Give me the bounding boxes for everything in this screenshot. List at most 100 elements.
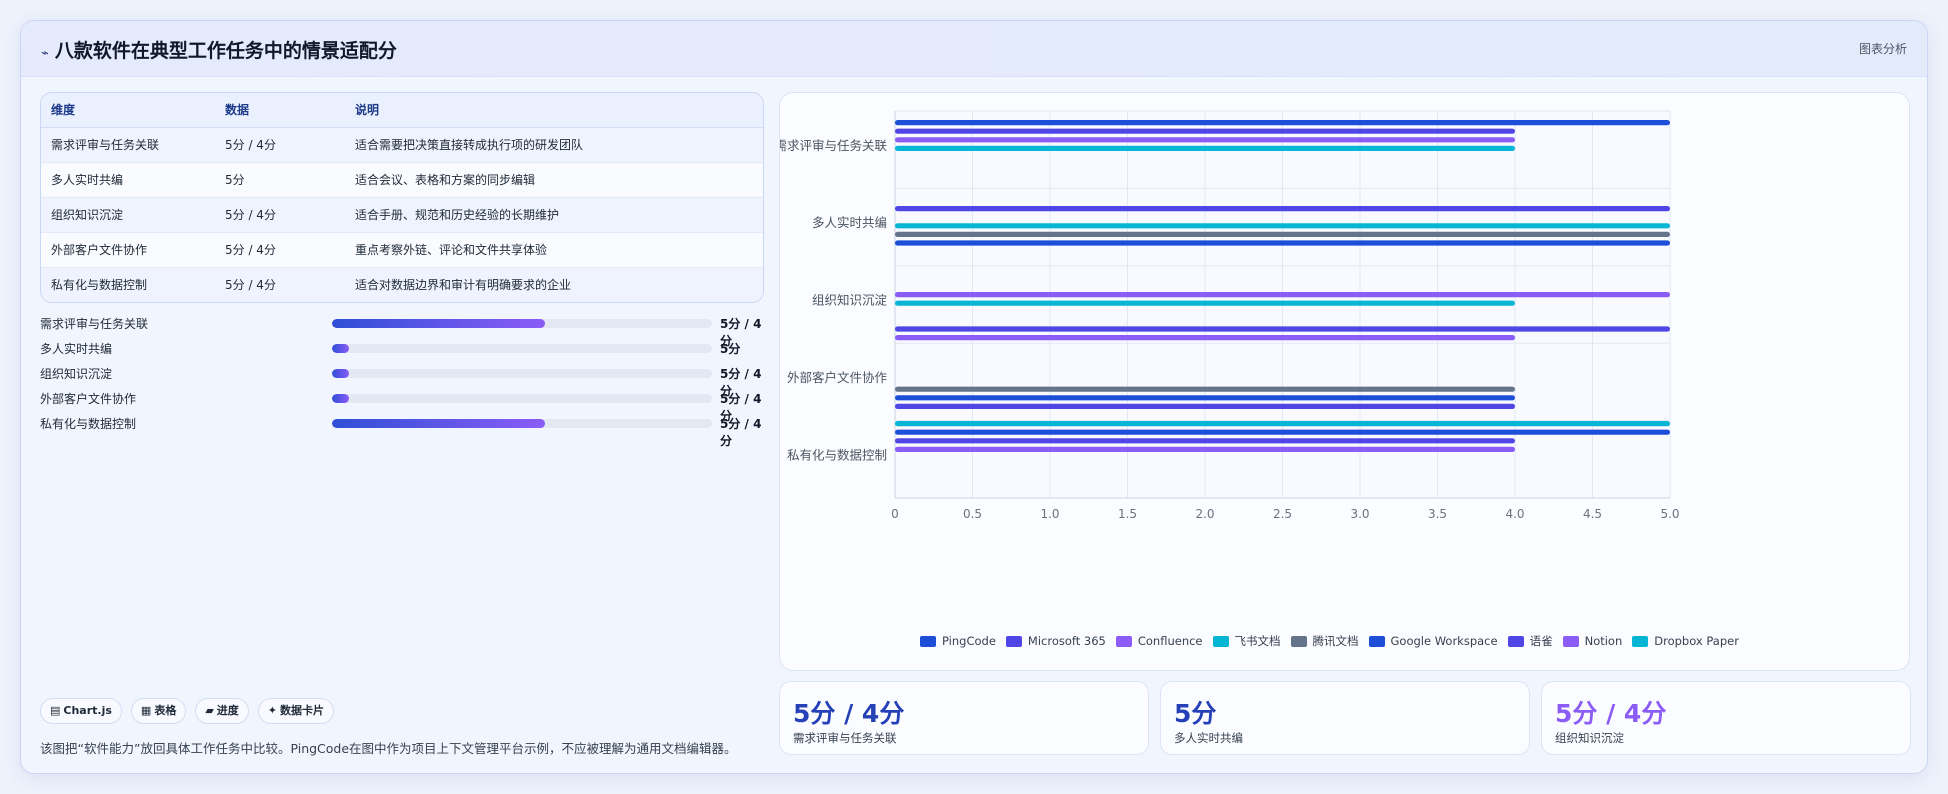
bar <box>895 395 1515 401</box>
table-cell: 适合需要把决策直接转成执行项的研发团队 <box>345 127 763 163</box>
table-header-data: 数据 <box>215 93 345 128</box>
table-row: 需求评审与任务关联 5分 / 4分 适合需要把决策直接转成执行项的研发团队 <box>41 127 763 163</box>
bar <box>895 403 1515 409</box>
legend-swatch <box>1562 635 1579 647</box>
chip-table[interactable]: ▦ 表格 <box>130 698 187 724</box>
legend-item[interactable]: 飞书文档 <box>1212 633 1281 649</box>
x-tick-label: 2.5 <box>1273 507 1292 521</box>
bar <box>895 223 1670 229</box>
bar <box>895 386 1515 392</box>
progress-label: 私有化与数据控制 <box>40 417 137 431</box>
progress-fill <box>332 369 350 378</box>
legend-item[interactable]: 腾讯文档 <box>1290 633 1359 649</box>
table-cell: 适合会议、表格和方案的同步编辑 <box>345 162 763 198</box>
stat-value: 5分 / 4分 <box>793 699 905 728</box>
table-row: 组织知识沉淀 5分 / 4分 适合手册、规范和历史经验的长期维护 <box>41 197 763 233</box>
chip-progress[interactable]: ▰ 进度 <box>195 698 249 724</box>
bar <box>895 335 1515 341</box>
sparkle-icon: ✦ <box>267 704 278 717</box>
bar-chart-panel: 0 0.5 1.0 1.5 2.0 2.5 3.0 3.5 4.0 4.5 5.0 需求评审与任务关联… <box>779 92 1910 671</box>
legend-swatch <box>1212 635 1229 647</box>
table-cell: 5分 / 4分 <box>215 197 345 233</box>
table-cell: 5分 <box>215 162 345 198</box>
table-row: 外部客户文件协作 5分 / 4分 重点考察外链、评论和文件共享体验 <box>41 232 763 268</box>
table-row: 私有化与数据控制 5分 / 4分 适合对数据边界和审计有明确要求的企业 <box>41 267 763 302</box>
legend-label: Confluence <box>1137 634 1203 648</box>
progress-label: 需求评审与任务关联 <box>40 317 149 331</box>
progress-track <box>332 344 712 353</box>
table-cell: 5分 / 4分 <box>215 127 345 163</box>
footnote: 该图把“软件能力”放回具体工作任务中比较。PingCode在图中作为项目上下文管… <box>40 741 737 756</box>
chart-analysis-label[interactable]: 图表分析 <box>1859 40 1907 57</box>
bar <box>895 128 1515 134</box>
legend-swatch <box>1507 635 1524 647</box>
legend-item[interactable]: Google Workspace <box>1368 634 1498 648</box>
bar <box>895 231 1670 237</box>
stat-value: 5分 / 4分 <box>1555 699 1667 728</box>
bar <box>895 326 1670 332</box>
stat-card: 5分 多人实时共编 <box>1160 681 1530 755</box>
x-tick-label: 4.5 <box>1583 507 1602 521</box>
legend-label: 飞书文档 <box>1234 634 1281 648</box>
progress-fill <box>332 419 545 428</box>
legend-item[interactable]: PingCode <box>920 634 996 648</box>
x-tick-label: 5.0 <box>1660 507 1679 521</box>
table-icon: ▦ <box>140 704 152 717</box>
legend-label: PingCode <box>942 634 996 648</box>
progress-track <box>332 319 712 328</box>
progress-row: 多人实时共编 5分 <box>40 336 764 361</box>
progress-value: 5分 <box>720 342 741 356</box>
progress-row: 私有化与数据控制 5分 / 4分 <box>40 411 764 448</box>
y-category-label: 组织知识沉淀 <box>812 293 888 308</box>
legend-swatch <box>1632 635 1649 647</box>
table-header-description: 说明 <box>345 93 763 128</box>
chart-card: ⌁ 八款软件在典型工作任务中的情景适配分 图表分析 维度 数据 说明 需求评审与任… <box>20 20 1928 774</box>
stat-label: 组织知识沉淀 <box>1555 731 1624 745</box>
bar <box>895 120 1670 126</box>
stat-card: 5分 / 4分 组织知识沉淀 <box>1541 681 1911 755</box>
x-tick-label: 4.0 <box>1505 507 1524 521</box>
x-tick-label: 2.0 <box>1195 507 1214 521</box>
bar <box>895 206 1670 212</box>
stat-value: 5分 <box>1174 699 1217 728</box>
legend-label: Google Workspace <box>1390 634 1498 648</box>
table-cell: 外部客户文件协作 <box>41 232 215 268</box>
progress-label: 外部客户文件协作 <box>40 392 137 406</box>
y-category-label: 多人实时共编 <box>812 215 887 230</box>
chart-legend: PingCode Microsoft 365 Confluence 飞书文档 腾讯文档 G… <box>920 633 1739 649</box>
progress-track <box>332 394 712 403</box>
table-cell: 私有化与数据控制 <box>41 267 215 302</box>
legend-item[interactable]: Confluence <box>1115 634 1203 648</box>
progress-fill <box>332 319 545 328</box>
chart-icon: ⌁ <box>41 46 49 61</box>
legend-label: Dropbox Paper <box>1654 634 1739 648</box>
x-tick-label: 0 <box>891 507 899 521</box>
stat-label: 多人实时共编 <box>1174 731 1243 745</box>
bar <box>895 438 1515 444</box>
legend-item[interactable]: Dropbox Paper <box>1632 634 1739 648</box>
table-cell: 适合手册、规范和历史经验的长期维护 <box>345 197 763 233</box>
progress-value: 5分 / 4分 <box>720 417 762 448</box>
chip-label: 进度 <box>216 704 239 717</box>
chip-data-card[interactable]: ✦ 数据卡片 <box>257 698 335 724</box>
legend-item[interactable]: 语雀 <box>1507 633 1553 649</box>
x-tick-label: 3.5 <box>1428 507 1447 521</box>
y-category-label: 需求评审与任务关联 <box>780 138 887 153</box>
y-category-label: 外部客户文件协作 <box>787 370 888 385</box>
progress-track <box>332 369 712 378</box>
progress-label: 多人实时共编 <box>40 342 113 356</box>
chart-library-icon: ▤ <box>50 704 61 717</box>
bar-chart: 0 0.5 1.0 1.5 2.0 2.5 3.0 3.5 4.0 4.5 5.0 需求评审与任务关联… <box>780 110 1680 521</box>
progress-label: 组织知识沉淀 <box>40 367 113 381</box>
x-tick-label: 1.5 <box>1118 507 1137 521</box>
legend-item[interactable]: Microsoft 365 <box>1005 634 1106 648</box>
table-cell: 多人实时共编 <box>41 162 215 198</box>
legend-swatch <box>1115 635 1132 647</box>
table-cell: 需求评审与任务关联 <box>41 127 215 163</box>
legend-item[interactable]: Notion <box>1562 634 1622 648</box>
bar <box>895 240 1670 246</box>
stat-card: 5分 / 4分 需求评审与任务关联 <box>779 681 1149 755</box>
progress-fill <box>332 394 350 403</box>
legend-label: 语雀 <box>1529 634 1553 648</box>
chip-chartjs[interactable]: ▤ Chart.js <box>40 698 122 724</box>
